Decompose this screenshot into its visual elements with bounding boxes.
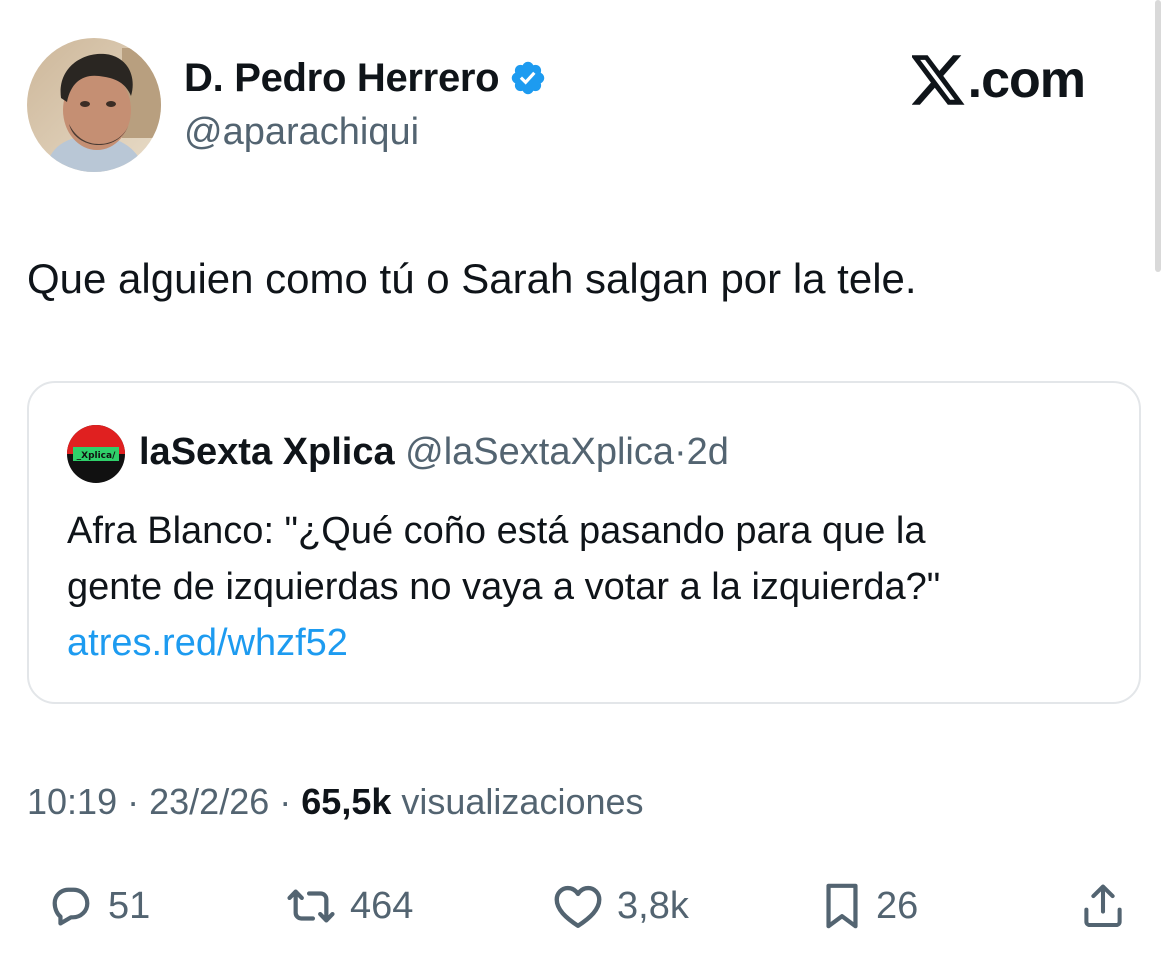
bookmark-icon [826, 883, 858, 929]
tweet-date[interactable]: 23/2/26 [149, 781, 269, 822]
tweet-time[interactable]: 10:19 [27, 781, 117, 822]
tweet-text: Que alguien como tú o Sarah salgan por l… [27, 255, 917, 302]
tweet-metadata: 10:19 · 23/2/26 · 65,5k visualizaciones [27, 780, 644, 824]
quoted-header: laSexta Xplica @laSextaXplica·2d [139, 429, 729, 475]
heart-icon [554, 885, 602, 928]
reply-count: 51 [108, 884, 151, 927]
share-icon [1084, 884, 1122, 928]
like-button[interactable]: 3,8k [553, 870, 689, 942]
quoted-timestamp[interactable]: 2d [687, 431, 729, 473]
reply-button[interactable]: 51 [48, 870, 150, 942]
brand-text: .com [967, 51, 1086, 109]
scrollbar[interactable] [1155, 0, 1161, 272]
brand-mark: .com [911, 50, 1086, 110]
bookmark-count: 26 [876, 884, 919, 927]
quoted-separator: · [673, 431, 687, 473]
author-name[interactable]: D. Pedro Herrero [184, 54, 500, 102]
retweet-count: 464 [350, 884, 414, 927]
quoted-author-name[interactable]: laSexta Xplica [139, 431, 395, 473]
share-button[interactable] [1080, 870, 1126, 942]
bookmark-button[interactable]: 26 [822, 870, 918, 942]
reply-icon [52, 887, 90, 926]
quoted-tweet-text: Afra Blanco: "¿Qué coño está pasando par… [67, 503, 1127, 671]
retweet-icon [287, 889, 335, 923]
quoted-author-avatar[interactable]: _Xplica/ [67, 425, 125, 483]
quoted-text-line: gente de izquierdas no vaya a votar a la… [67, 566, 941, 608]
meta-separator: · [279, 781, 292, 822]
quoted-link[interactable]: atres.red/whzf52 [67, 615, 1127, 671]
retweet-button[interactable]: 464 [286, 870, 413, 942]
meta-separator: · [127, 781, 140, 822]
author-avatar[interactable] [27, 38, 161, 172]
views-count: 65,5k [301, 781, 392, 822]
x-logo-icon [911, 55, 965, 105]
quoted-author-handle[interactable]: @laSextaXplica [405, 431, 674, 473]
quoted-tweet-card[interactable]: _Xplica/ laSexta Xplica @laSextaXplica·2… [27, 381, 1141, 704]
quoted-avatar-label: _Xplica/ [77, 451, 116, 461]
views-label: visualizaciones [401, 781, 644, 822]
like-count: 3,8k [617, 884, 689, 927]
action-bar: 51 464 3,8k 26 [0, 870, 1169, 942]
verified-badge-icon [512, 61, 545, 95]
quoted-text-line: Afra Blanco: "¿Qué coño está pasando par… [67, 510, 926, 552]
author-handle[interactable]: @aparachiqui [184, 110, 419, 154]
